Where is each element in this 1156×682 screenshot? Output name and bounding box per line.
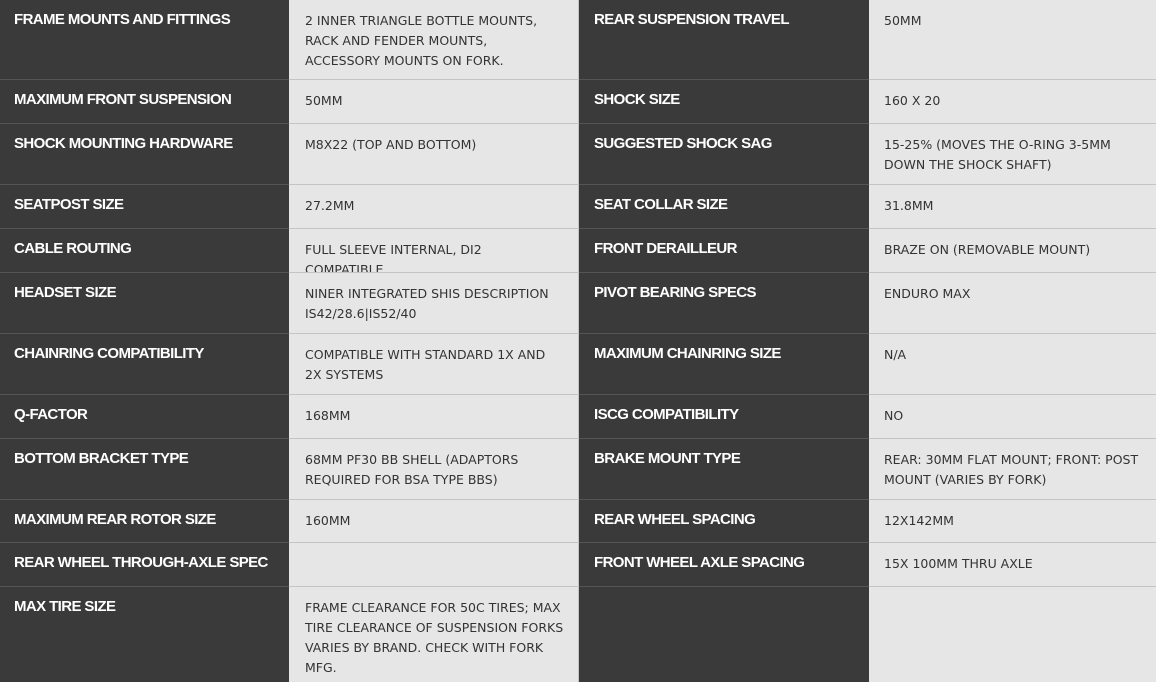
spec-label: REAR SUSPENSION TRAVEL xyxy=(579,0,869,80)
spec-value: ENDURO MAX xyxy=(869,273,1156,334)
spec-value: 160MM xyxy=(289,500,579,543)
spec-value: FULL SLEEVE INTERNAL, DI2 COMPATIBLE xyxy=(289,229,579,273)
spec-value-empty xyxy=(869,587,1156,682)
spec-label: FRAME MOUNTS AND FITTINGS xyxy=(0,0,289,80)
spec-label: FRONT WHEEL AXLE SPACING xyxy=(579,543,869,587)
spec-label: SEATPOST SIZE xyxy=(0,185,289,229)
spec-value: 68MM PF30 BB SHELL (ADAPTORS REQUIRED FO… xyxy=(289,439,579,500)
spec-label: SHOCK SIZE xyxy=(579,80,869,124)
spec-label: REAR WHEEL THROUGH-AXLE SPEC xyxy=(0,543,289,587)
spec-label: MAXIMUM REAR ROTOR SIZE xyxy=(0,500,289,543)
spec-label: Q-FACTOR xyxy=(0,395,289,439)
spec-value: NINER INTEGRATED SHIS DESCRIPTION IS42/2… xyxy=(289,273,579,334)
spec-value: 15X 100MM THRU AXLE xyxy=(869,543,1156,587)
spec-value: FRAME CLEARANCE FOR 50C TIRES; MAX TIRE … xyxy=(289,587,579,682)
spec-label: MAXIMUM CHAINRING SIZE xyxy=(579,334,869,395)
spec-label: ISCG COMPATIBILITY xyxy=(579,395,869,439)
spec-label: HEADSET SIZE xyxy=(0,273,289,334)
spec-label: CHAINRING COMPATIBILITY xyxy=(0,334,289,395)
spec-value: 168MM xyxy=(289,395,579,439)
spec-label: SUGGESTED SHOCK SAG xyxy=(579,124,869,185)
spec-label: BRAKE MOUNT TYPE xyxy=(579,439,869,500)
spec-value: REAR: 30MM FLAT MOUNT; FRONT: POST MOUNT… xyxy=(869,439,1156,500)
spec-label: CABLE ROUTING xyxy=(0,229,289,273)
spec-label: PIVOT BEARING SPECS xyxy=(579,273,869,334)
spec-value: N/A xyxy=(869,334,1156,395)
spec-label: MAX TIRE SIZE xyxy=(0,587,289,682)
spec-value: 50MM xyxy=(289,80,579,124)
spec-value: 31.8MM xyxy=(869,185,1156,229)
spec-label: SHOCK MOUNTING HARDWARE xyxy=(0,124,289,185)
spec-label: REAR WHEEL SPACING xyxy=(579,500,869,543)
spec-value: 50MM xyxy=(869,0,1156,80)
spec-value: 27.2MM xyxy=(289,185,579,229)
spec-label: MAXIMUM FRONT SUSPENSION xyxy=(0,80,289,124)
spec-table: FRAME MOUNTS AND FITTINGS 2 INNER TRIANG… xyxy=(0,0,1156,682)
spec-value: 2 INNER TRIANGLE BOTTLE MOUNTS, RACK AND… xyxy=(289,0,579,80)
spec-value: BRAZE ON (REMOVABLE MOUNT) xyxy=(869,229,1156,273)
spec-label: SEAT COLLAR SIZE xyxy=(579,185,869,229)
spec-label: BOTTOM BRACKET TYPE xyxy=(0,439,289,500)
spec-value: M8X22 (TOP AND BOTTOM) xyxy=(289,124,579,185)
spec-value: NO xyxy=(869,395,1156,439)
spec-value xyxy=(289,543,579,587)
spec-value: 15-25% (MOVES THE O-RING 3-5MM DOWN THE … xyxy=(869,124,1156,185)
spec-value: 160 X 20 xyxy=(869,80,1156,124)
spec-label: FRONT DERAILLEUR xyxy=(579,229,869,273)
spec-value: 12X142MM xyxy=(869,500,1156,543)
spec-label-empty xyxy=(579,587,869,682)
spec-value: COMPATIBLE WITH STANDARD 1X AND 2X SYSTE… xyxy=(289,334,579,395)
